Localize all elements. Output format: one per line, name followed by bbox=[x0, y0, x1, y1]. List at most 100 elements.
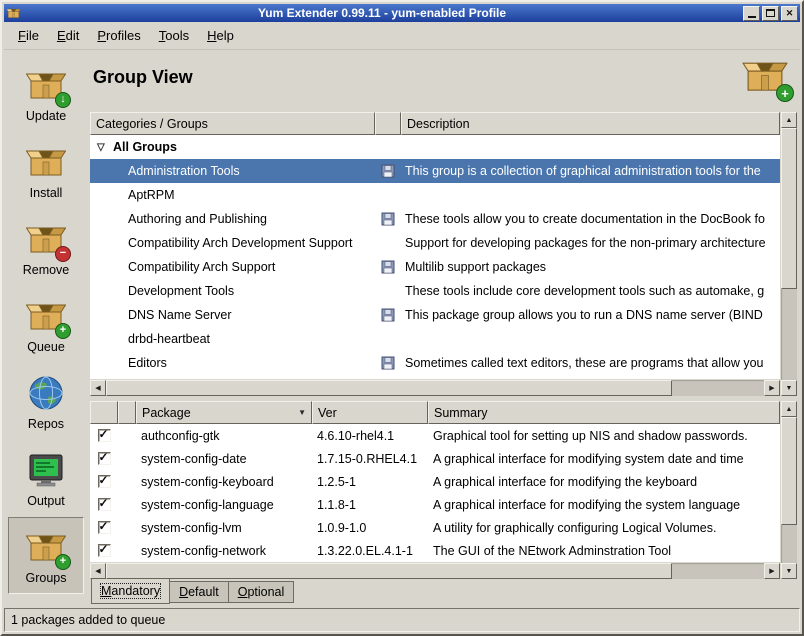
scrollbar-track[interactable] bbox=[106, 380, 764, 396]
scroll-down-button[interactable]: ▼ bbox=[781, 380, 797, 396]
package-checkbox[interactable]: ✓ bbox=[98, 498, 111, 511]
installed-group-icon bbox=[381, 212, 395, 226]
sidebar-item-install[interactable]: Install bbox=[8, 132, 84, 209]
scrollbar-thumb[interactable] bbox=[106, 563, 672, 579]
check-icon: ✓ bbox=[99, 544, 109, 556]
group-row[interactable]: Compatibility Arch Development Support S… bbox=[90, 231, 780, 255]
groups-vertical-scrollbar[interactable]: ▲ ▼ bbox=[781, 112, 797, 396]
package-name: system-config-keyboard bbox=[136, 475, 312, 489]
package-type-tabs: Mandatory Default Optional bbox=[90, 579, 797, 604]
sort-descending-icon: ▼ bbox=[298, 408, 306, 417]
group-row[interactable]: Authoring and Publishing These tools all… bbox=[90, 207, 780, 231]
sidebar-label: Queue bbox=[27, 340, 65, 354]
tab-optional[interactable]: Optional bbox=[229, 581, 295, 603]
sidebar-item-groups[interactable]: + Groups bbox=[8, 517, 84, 594]
groups-horizontal-scrollbar[interactable]: ◀ ▶ bbox=[90, 380, 780, 396]
group-name: Compatibility Arch Development Support bbox=[90, 236, 375, 250]
scroll-down-button[interactable]: ▼ bbox=[781, 563, 797, 579]
scroll-left-button[interactable]: ◀ bbox=[90, 380, 106, 396]
scroll-up-button[interactable]: ▲ bbox=[781, 401, 797, 417]
expander-open-icon[interactable]: ▽ bbox=[97, 142, 113, 153]
tab-default[interactable]: Default bbox=[170, 581, 229, 603]
package-summary: A graphical interface for modifying the … bbox=[428, 475, 780, 489]
scrollbar-thumb[interactable] bbox=[106, 380, 672, 396]
scroll-right-button[interactable]: ▶ bbox=[764, 563, 780, 579]
package-checkbox[interactable]: ✓ bbox=[98, 544, 111, 557]
package-row[interactable]: ✓ system-config-language 1.1.8-1 A graph… bbox=[90, 493, 780, 516]
package-row[interactable]: ✓ system-config-date 1.7.15-0.RHEL4.1 A … bbox=[90, 447, 780, 470]
column-header-categories-groups[interactable]: Categories / Groups bbox=[90, 112, 375, 135]
column-header-installed-icon[interactable] bbox=[375, 112, 401, 135]
installed-group-icon bbox=[381, 260, 395, 274]
column-header-description[interactable]: Description bbox=[401, 112, 780, 135]
package-row[interactable]: ✓ system-config-lvm 1.0.9-1.0 A utility … bbox=[90, 516, 780, 539]
tab-label: Optional bbox=[238, 585, 285, 599]
menu-profiles[interactable]: Profiles bbox=[88, 22, 149, 49]
installed-group-icon bbox=[381, 308, 395, 322]
installed-group-icon bbox=[381, 356, 395, 370]
package-checkbox[interactable]: ✓ bbox=[98, 452, 111, 465]
menu-tools[interactable]: Tools bbox=[150, 22, 198, 49]
packages-horizontal-scrollbar[interactable]: ◀ ▶ bbox=[90, 563, 780, 579]
column-header-summary[interactable]: Summary bbox=[428, 401, 780, 424]
column-header-ver[interactable]: Ver bbox=[312, 401, 428, 424]
titlebar[interactable]: Yum Extender 0.99.11 - yum-enabled Profi… bbox=[4, 4, 800, 22]
sidebar-item-update[interactable]: ↓ Update bbox=[8, 55, 84, 132]
group-row-all-groups[interactable]: ▽ All Groups bbox=[90, 135, 780, 159]
plus-badge-icon: + bbox=[776, 84, 794, 102]
packages-table-body: ✓ authconfig-gtk 4.6.10-rhel4.1 Graphica… bbox=[90, 424, 780, 562]
group-name: Administration Tools bbox=[90, 164, 375, 178]
group-description: These tools include core development too… bbox=[401, 284, 780, 298]
minimize-button[interactable] bbox=[743, 6, 760, 21]
packages-scrolled-window: Package ▼ Ver Summary ✓ authconfig-gtk bbox=[90, 401, 797, 579]
sidebar-item-queue[interactable]: + Queue bbox=[8, 286, 84, 363]
sidebar-item-output[interactable]: Output bbox=[8, 440, 84, 517]
menu-edit[interactable]: Edit bbox=[48, 22, 88, 49]
package-checkbox[interactable]: ✓ bbox=[98, 475, 111, 488]
scrollbar-track[interactable] bbox=[781, 128, 797, 380]
package-checkbox[interactable]: ✓ bbox=[98, 521, 111, 534]
scroll-up-button[interactable]: ▲ bbox=[781, 112, 797, 128]
tab-mandatory[interactable]: Mandatory bbox=[91, 579, 170, 604]
sidebar-item-remove[interactable]: − Remove bbox=[8, 209, 84, 286]
column-header-checkbox[interactable] bbox=[90, 401, 118, 424]
maximize-button[interactable] bbox=[762, 6, 779, 21]
group-row[interactable]: drbd-heartbeat bbox=[90, 327, 780, 351]
menu-help[interactable]: Help bbox=[198, 22, 243, 49]
group-name: AptRPM bbox=[90, 188, 375, 202]
package-name: system-config-date bbox=[136, 452, 312, 466]
group-row[interactable]: Editors Sometimes called text editors, t… bbox=[90, 351, 780, 375]
packages-vertical-scrollbar[interactable]: ▲ ▼ bbox=[781, 401, 797, 579]
column-header-package[interactable]: Package ▼ bbox=[136, 401, 312, 424]
package-row[interactable]: ✓ system-config-network 1.3.22.0.EL.4.1-… bbox=[90, 539, 780, 562]
group-row[interactable]: Development Tools These tools include co… bbox=[90, 279, 780, 303]
group-description: Multilib support packages bbox=[401, 260, 780, 274]
group-row[interactable]: AptRPM bbox=[90, 183, 780, 207]
group-row[interactable]: Administration Tools This group is a col… bbox=[90, 159, 780, 183]
scrollbar-thumb[interactable] bbox=[781, 128, 797, 289]
statusbar: 1 packages added to queue bbox=[4, 608, 800, 632]
queue-icon: + bbox=[25, 296, 67, 336]
group-name: Development Tools bbox=[90, 284, 375, 298]
page-title: Group View bbox=[93, 67, 193, 88]
package-row[interactable]: ✓ system-config-keyboard 1.2.5-1 A graph… bbox=[90, 470, 780, 493]
maximize-icon bbox=[766, 9, 775, 17]
scrollbar-track[interactable] bbox=[781, 417, 797, 563]
scrollbar-track[interactable] bbox=[106, 563, 764, 579]
menu-file[interactable]: File bbox=[9, 22, 48, 49]
package-checkbox[interactable]: ✓ bbox=[98, 429, 111, 442]
package-row[interactable]: ✓ authconfig-gtk 4.6.10-rhel4.1 Graphica… bbox=[90, 424, 780, 447]
scroll-right-button[interactable]: ▶ bbox=[764, 380, 780, 396]
group-description: Support for developing packages for the … bbox=[401, 236, 780, 250]
scroll-left-button[interactable]: ◀ bbox=[90, 563, 106, 579]
sidebar-item-repos[interactable]: Repos bbox=[8, 363, 84, 440]
group-name: Compatibility Arch Support bbox=[90, 260, 375, 274]
group-row[interactable]: Compatibility Arch Support Multilib supp… bbox=[90, 255, 780, 279]
column-header-icon[interactable] bbox=[118, 401, 136, 424]
group-name: drbd-heartbeat bbox=[90, 332, 375, 346]
scrollbar-thumb[interactable] bbox=[781, 417, 797, 525]
package-name: system-config-lvm bbox=[136, 521, 312, 535]
check-icon: ✓ bbox=[99, 429, 109, 441]
group-row[interactable]: DNS Name Server This package group allow… bbox=[90, 303, 780, 327]
close-button[interactable]: ✕ bbox=[781, 6, 798, 21]
